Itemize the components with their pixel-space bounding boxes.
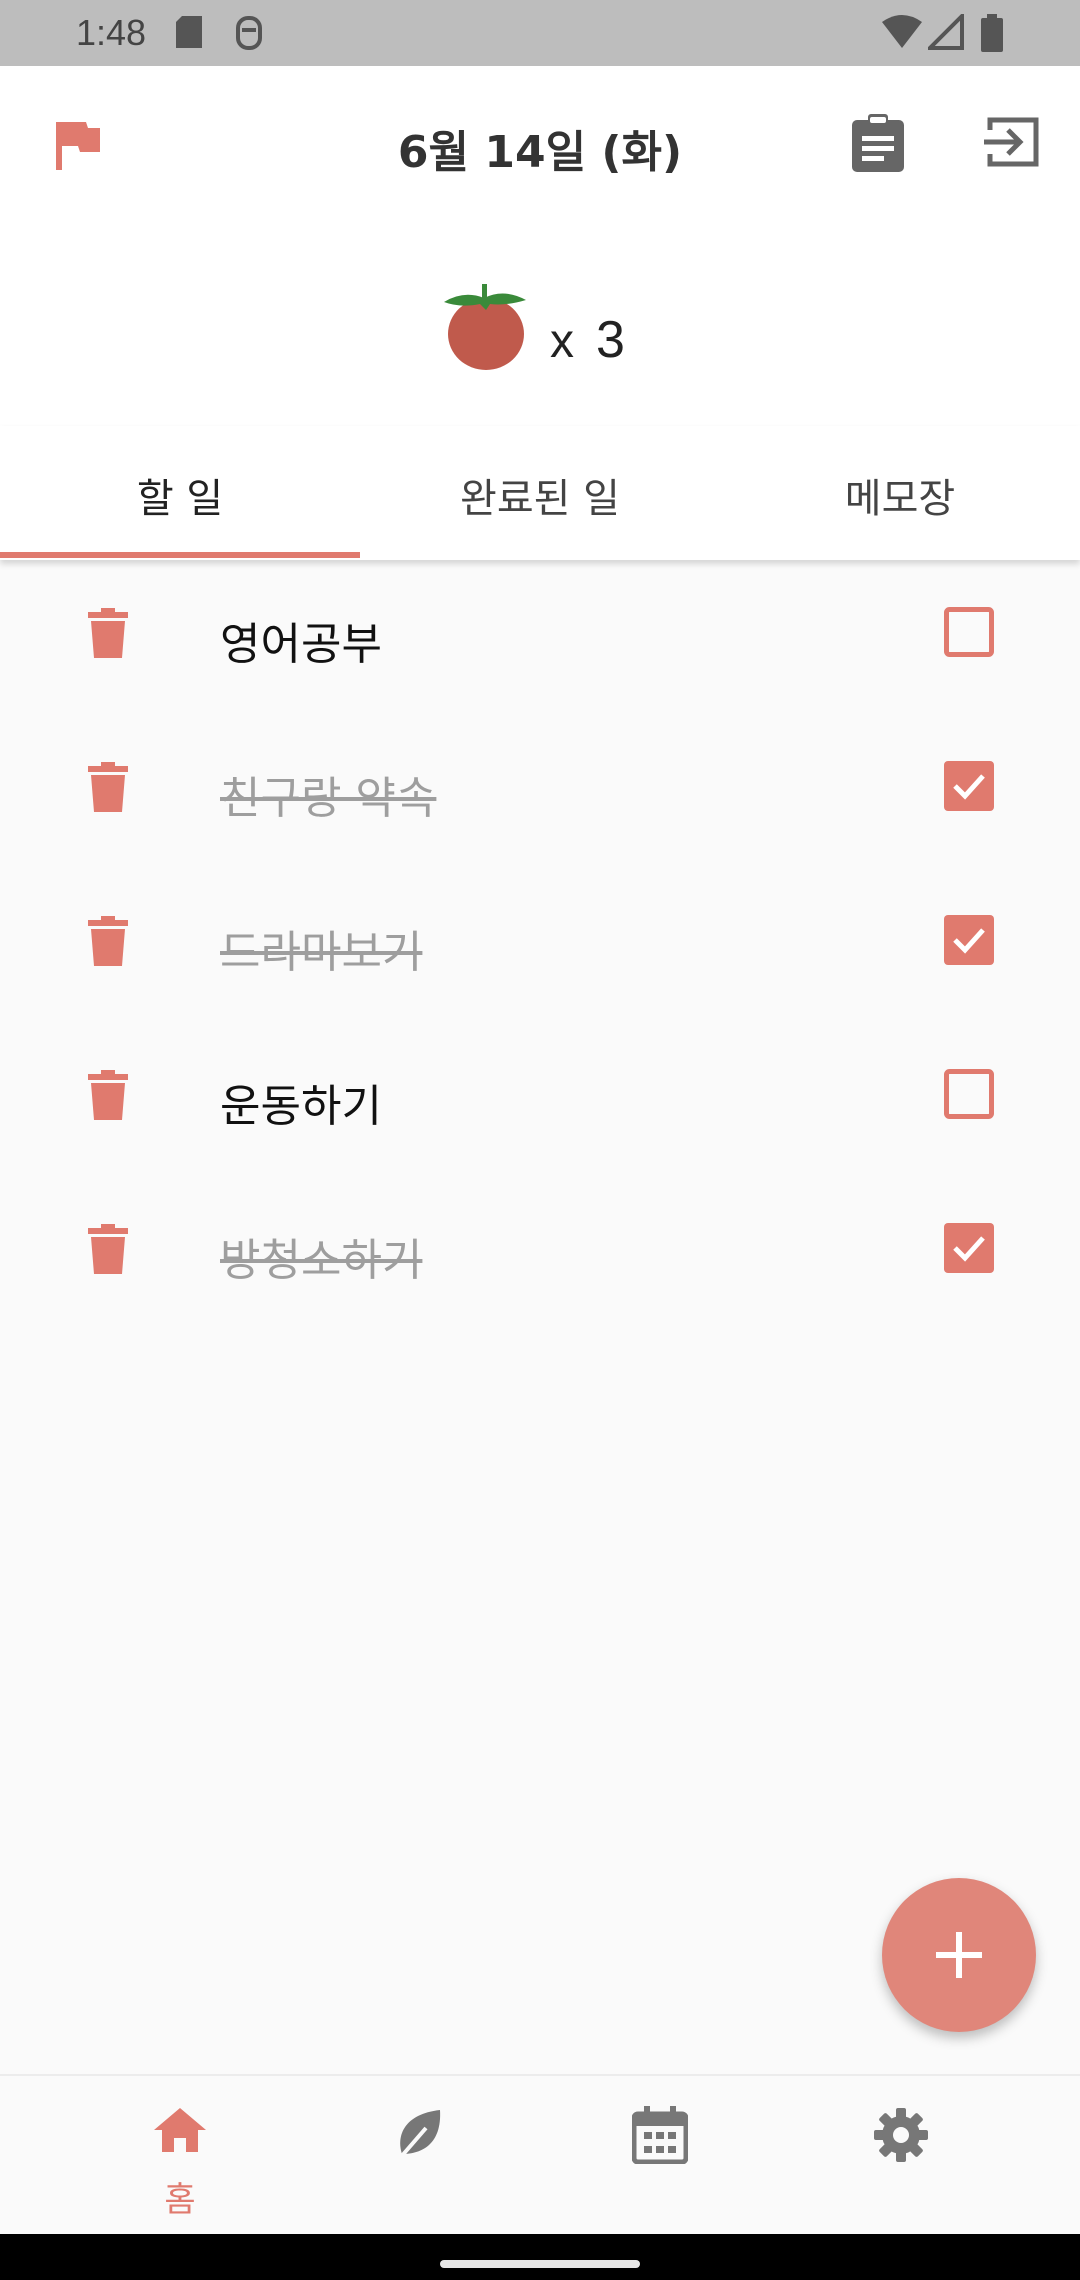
tab-memo[interactable]: 메모장 bbox=[720, 466, 1080, 524]
tab-completed[interactable]: 완료된 일 bbox=[360, 466, 720, 524]
sd-card-icon bbox=[176, 16, 202, 48]
tab-todo[interactable]: 할 일 bbox=[0, 466, 360, 524]
trash-icon[interactable] bbox=[88, 762, 128, 812]
battery-icon bbox=[981, 14, 1003, 52]
tomato-counter: x 3 bbox=[0, 226, 1080, 426]
nav-settings[interactable] bbox=[780, 2076, 1020, 2236]
debug-icon bbox=[236, 16, 262, 50]
app-bar: 6월 14일 (화) bbox=[0, 66, 1080, 226]
checkbox-checked-icon[interactable] bbox=[944, 1223, 994, 1273]
bottom-nav: 홈 bbox=[0, 2074, 1080, 2234]
list-item: 친구랑 약속 bbox=[0, 716, 1080, 870]
task-label: 친구랑 약속 bbox=[220, 773, 437, 824]
signal-icon bbox=[928, 14, 964, 50]
trash-icon[interactable] bbox=[88, 608, 128, 658]
gesture-bar bbox=[0, 2234, 1080, 2280]
tab-bar: 할 일 완료된 일 메모장 bbox=[0, 426, 1080, 560]
nav-calendar[interactable] bbox=[540, 2076, 780, 2236]
multiply-sign: x bbox=[550, 315, 574, 368]
list-item: 운동하기 bbox=[0, 1024, 1080, 1178]
add-task-button[interactable] bbox=[882, 1878, 1036, 2032]
nav-home-label: 홈 bbox=[164, 2180, 196, 2220]
checkbox-icon[interactable] bbox=[944, 607, 994, 657]
exit-icon[interactable] bbox=[984, 116, 1040, 168]
task-label: 방청소하기 bbox=[220, 1235, 423, 1286]
clipboard-icon[interactable] bbox=[850, 112, 906, 174]
list-item: 영어공부 bbox=[0, 562, 1080, 716]
home-gesture-handle[interactable] bbox=[440, 2260, 640, 2268]
task-label: 영어공부 bbox=[220, 619, 382, 670]
status-time: 1:48 bbox=[76, 12, 147, 53]
tab-indicator bbox=[0, 552, 360, 558]
gear-icon bbox=[874, 2108, 928, 2162]
wifi-icon bbox=[882, 15, 922, 48]
trash-icon[interactable] bbox=[88, 1224, 128, 1274]
page-title-date: 6월 14일 (화) bbox=[397, 127, 683, 178]
trash-icon[interactable] bbox=[88, 916, 128, 966]
checkbox-checked-icon[interactable] bbox=[944, 915, 994, 965]
nav-home[interactable]: 홈 bbox=[60, 2076, 300, 2236]
home-icon bbox=[154, 2108, 206, 2152]
task-label: 드라마보기 bbox=[220, 927, 423, 978]
tomato-count: 3 bbox=[596, 311, 625, 369]
status-bar: 1:48 bbox=[0, 0, 1080, 66]
list-item: 방청소하기 bbox=[0, 1178, 1080, 1332]
leaf-icon bbox=[398, 2110, 441, 2160]
list-item: 드라마보기 bbox=[0, 870, 1080, 1024]
tomato-icon bbox=[444, 284, 526, 370]
plus-icon bbox=[936, 1932, 982, 1978]
nav-leaf[interactable] bbox=[300, 2076, 540, 2236]
checkbox-checked-icon[interactable] bbox=[944, 761, 994, 811]
task-label: 운동하기 bbox=[220, 1081, 382, 1132]
trash-icon[interactable] bbox=[88, 1070, 128, 1120]
checkbox-icon[interactable] bbox=[944, 1069, 994, 1119]
calendar-icon bbox=[632, 2106, 688, 2164]
